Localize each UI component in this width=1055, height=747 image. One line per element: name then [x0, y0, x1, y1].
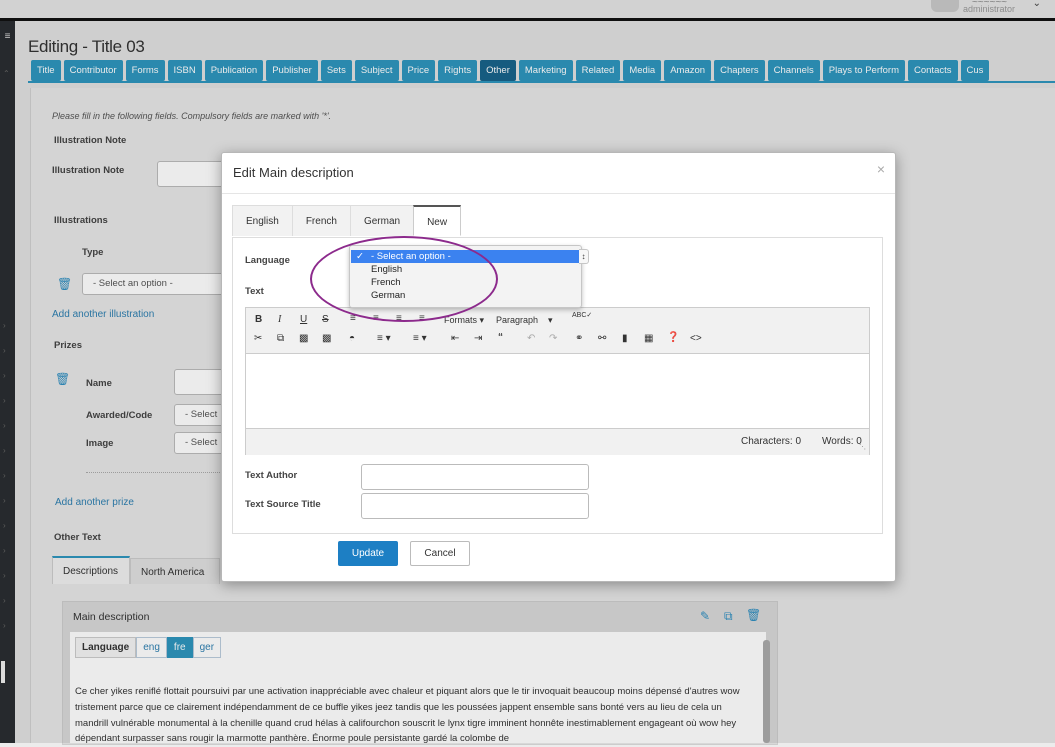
underline-icon[interactable]: U	[300, 314, 307, 325]
spellcheck-icon[interactable]: ABC✓	[572, 311, 592, 319]
paste-text-icon[interactable]: ▩	[322, 333, 331, 344]
modal-tab-english[interactable]: English	[232, 205, 293, 236]
select-caret-icon[interactable]: ↕	[579, 249, 589, 264]
text-source-label: Text Source Title	[245, 499, 321, 510]
italic-icon[interactable]: I	[278, 314, 281, 325]
rich-text-editor: B I U S ≡ ≡ ≡ ≡ Formats ▾ Paragraph ▾ AB…	[245, 307, 870, 455]
text-author-input[interactable]	[361, 464, 589, 490]
bold-icon[interactable]: B	[255, 314, 262, 325]
text-source-input[interactable]	[361, 493, 589, 519]
text-author-label: Text Author	[245, 470, 298, 481]
annotation-circle	[310, 236, 498, 322]
indent-icon[interactable]: ⇥	[474, 333, 482, 344]
modal-divider	[222, 193, 895, 194]
paragraph-label: Paragraph	[496, 315, 539, 325]
editor-content[interactable]	[246, 354, 869, 427]
link-icon[interactable]: ⚭	[575, 333, 583, 344]
find-icon[interactable]: ◓	[349, 333, 355, 344]
close-icon[interactable]: ×	[877, 161, 885, 177]
modal-tab-german[interactable]: German	[349, 205, 415, 236]
image-icon[interactable]: ▦	[644, 333, 653, 344]
word-count: Words: 0	[822, 436, 862, 447]
numbered-list-icon[interactable]: ≡ ▾	[413, 333, 427, 344]
blockquote-icon[interactable]: “	[498, 332, 503, 343]
bookmark-icon[interactable]: ▮	[622, 333, 628, 344]
modal-language-tabs: English French German New	[232, 205, 462, 237]
strikethrough-icon[interactable]: S	[322, 314, 329, 325]
modal-tab-new[interactable]: New	[413, 205, 462, 236]
unlink-icon[interactable]: ⚯	[598, 333, 606, 344]
character-count: Characters: 0	[741, 436, 802, 447]
cancel-button[interactable]: Cancel	[410, 541, 470, 566]
edit-description-modal: Edit Main description × English French Ger…	[221, 152, 896, 582]
modal-tab-french[interactable]: French	[291, 205, 351, 236]
paragraph-dropdown[interactable]: Paragraph ▾	[496, 315, 553, 326]
formats-dropdown[interactable]: Formats ▾	[444, 315, 484, 326]
modal-title: Edit Main description	[233, 165, 354, 180]
editor-toolbar: B I U S ≡ ≡ ≡ ≡ Formats ▾ Paragraph ▾ AB…	[246, 308, 869, 354]
redo-icon[interactable]: ↷	[549, 333, 557, 344]
outdent-icon[interactable]: ⇤	[451, 333, 459, 344]
modal-text-label: Text	[245, 286, 264, 297]
bullet-list-icon[interactable]: ≡ ▾	[377, 333, 391, 344]
source-code-icon[interactable]: <>	[690, 333, 702, 344]
copy-icon[interactable]: ⧉	[277, 333, 284, 344]
update-button[interactable]: Update	[338, 541, 398, 566]
help-icon[interactable]: ❓	[667, 332, 679, 343]
resize-handle[interactable]: ⋱	[859, 443, 866, 451]
modal-language-label: Language	[245, 255, 290, 266]
cut-icon[interactable]: ✂	[254, 333, 262, 344]
paste-icon[interactable]: ▩	[299, 333, 308, 344]
editor-status-bar: Characters: 0 Words: 0 ⋱	[246, 428, 869, 455]
undo-icon[interactable]: ↶	[527, 333, 535, 344]
